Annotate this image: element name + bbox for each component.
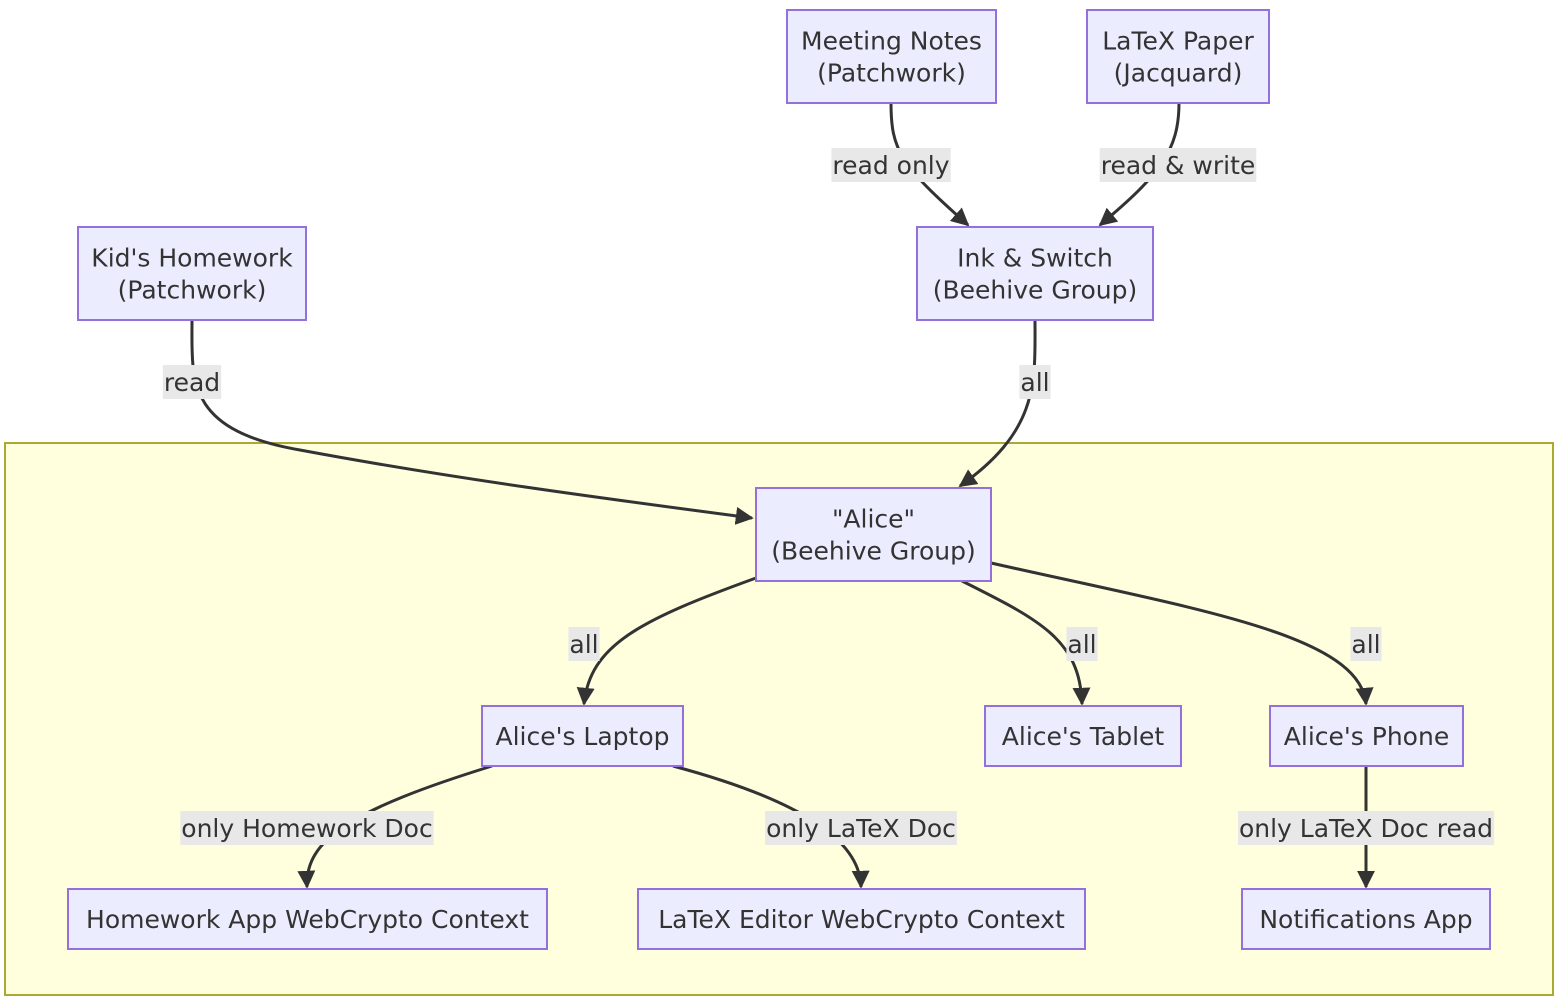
node-label: (Jacquard) <box>1114 59 1243 88</box>
edge-label-text: read <box>164 368 220 397</box>
edge-label-text: all <box>1351 630 1380 659</box>
node-label: (Beehive Group) <box>933 276 1137 305</box>
edge-label-text: read only <box>832 151 949 180</box>
node-label: (Beehive Group) <box>771 537 975 566</box>
node-ink[interactable]: Ink & Switch (Beehive Group) <box>916 226 1154 321</box>
edge-label-text: read & write <box>1101 151 1256 180</box>
node-label: Alice's Laptop <box>495 722 669 751</box>
node-box <box>77 226 307 321</box>
node-box <box>755 487 992 582</box>
edge-label: only LaTeX Doc <box>765 811 957 845</box>
node-tablet[interactable]: Alice's Tablet <box>984 705 1182 767</box>
node-label: Homework App WebCrypto Context <box>86 905 529 934</box>
node-notifications[interactable]: Notifications App <box>1241 888 1491 950</box>
edge-label: all <box>1019 365 1051 399</box>
flowchart: read only read & write read all all all all onl… <box>4 9 1554 996</box>
node-kid[interactable]: Kid's Homework (Patchwork) <box>77 226 307 321</box>
edge-label-text: all <box>569 630 598 659</box>
edge-label-text: only LaTeX Doc <box>766 814 956 843</box>
node-label: LaTeX Editor WebCrypto Context <box>658 905 1065 934</box>
edge-label: all <box>1066 627 1098 661</box>
node-laptop[interactable]: Alice's Laptop <box>481 705 684 767</box>
node-box <box>916 226 1154 321</box>
node-label: LaTeX Paper <box>1102 27 1254 56</box>
node-box <box>786 9 997 104</box>
edge-label-text: only LaTeX Doc read <box>1239 814 1493 843</box>
node-meeting[interactable]: Meeting Notes (Patchwork) <box>786 9 997 104</box>
edge-label: all <box>568 627 600 661</box>
node-latexeditor[interactable]: LaTeX Editor WebCrypto Context <box>637 888 1086 950</box>
edge-label-text: only Homework Doc <box>181 814 432 843</box>
node-phone[interactable]: Alice's Phone <box>1269 705 1464 767</box>
edge-label: all <box>1350 627 1382 661</box>
node-label: Alice's Phone <box>1284 722 1449 751</box>
node-label: (Patchwork) <box>118 276 267 305</box>
edge-label: read & write <box>1099 148 1257 182</box>
node-latexpaper[interactable]: LaTeX Paper (Jacquard) <box>1086 9 1270 104</box>
node-label: Ink & Switch <box>957 244 1113 273</box>
node-homeworkapp[interactable]: Homework App WebCrypto Context <box>67 888 548 950</box>
node-label: Alice's Tablet <box>1002 722 1165 751</box>
node-label: Kid's Homework <box>91 244 293 273</box>
node-label: Notifications App <box>1259 905 1472 934</box>
edge-label-text: all <box>1067 630 1096 659</box>
edge-label-text: all <box>1020 368 1049 397</box>
node-label: Meeting Notes <box>801 27 982 56</box>
edge-label: only Homework Doc <box>180 811 434 845</box>
edge-label: read only <box>831 148 951 182</box>
node-label: "Alice" <box>832 505 915 534</box>
edge-label: read <box>162 365 222 399</box>
edge-label: only LaTeX Doc read <box>1237 811 1495 845</box>
node-box <box>1086 9 1270 104</box>
node-alice[interactable]: "Alice" (Beehive Group) <box>755 487 992 582</box>
node-label: (Patchwork) <box>817 59 966 88</box>
